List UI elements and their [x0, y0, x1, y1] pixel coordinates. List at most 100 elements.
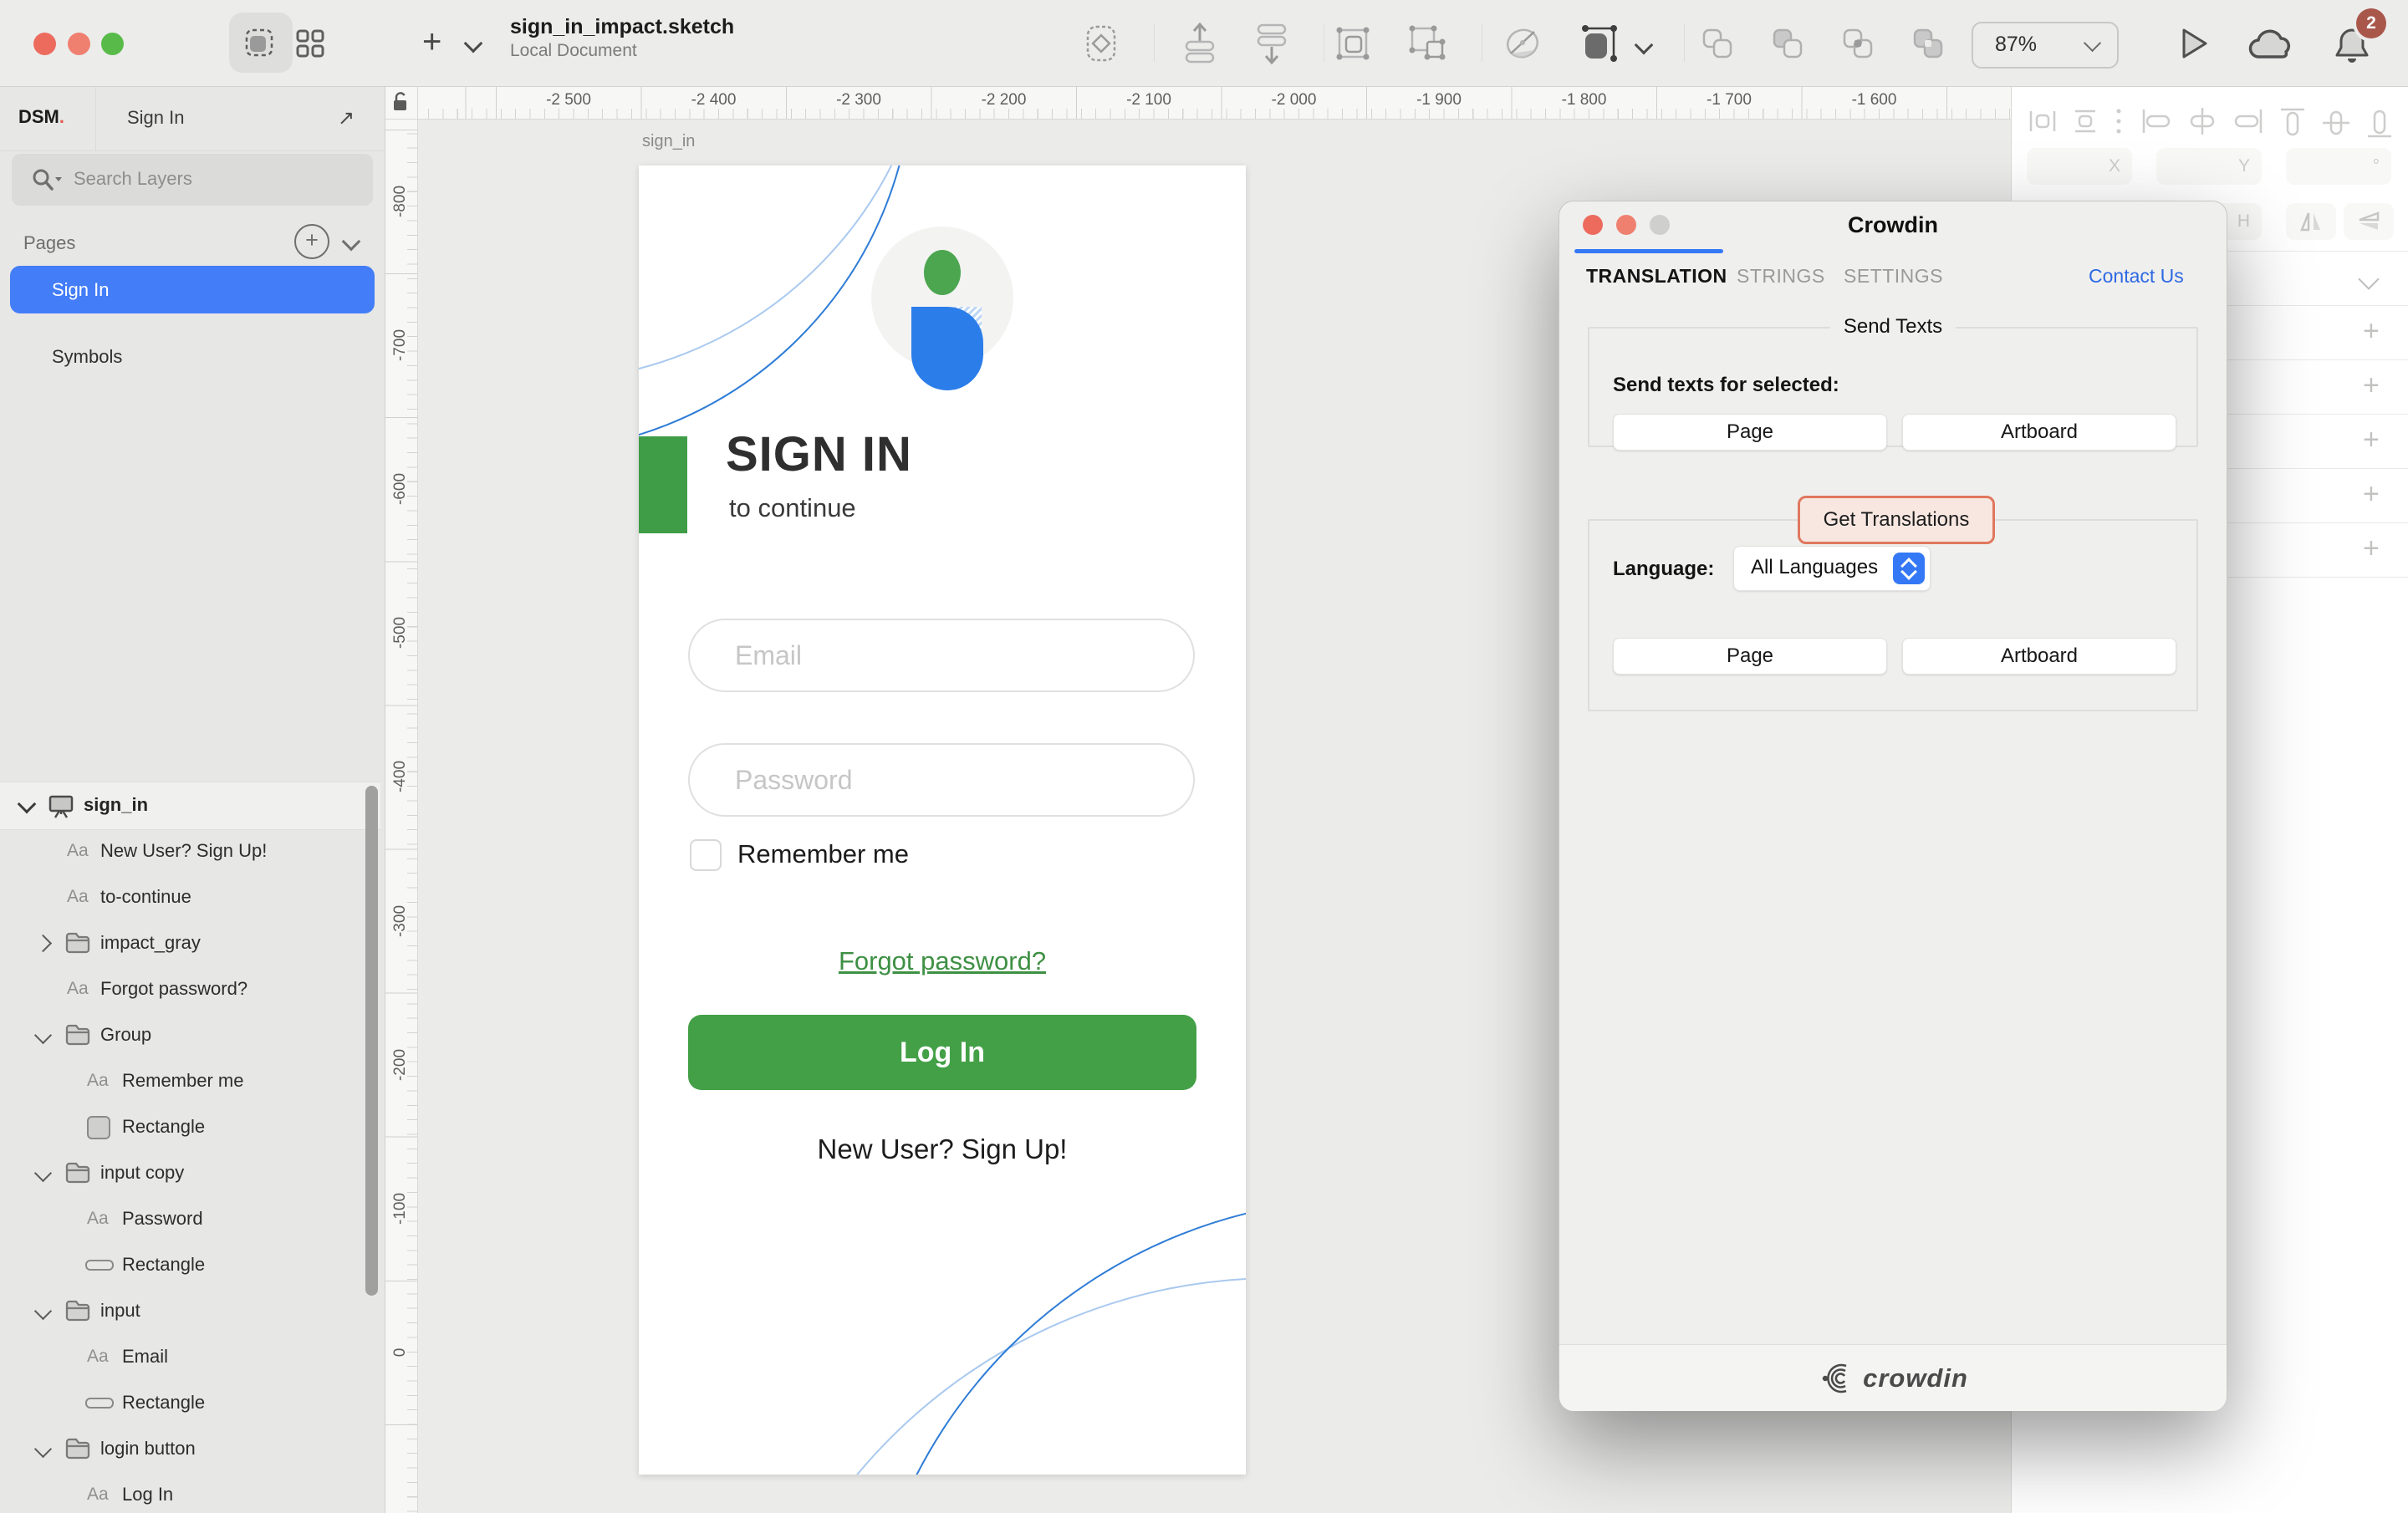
- zoom-window-button[interactable]: [101, 33, 124, 55]
- zoom-chevron-icon: [2084, 34, 2101, 52]
- search-input[interactable]: Search Layers: [12, 154, 373, 206]
- flip-vertical-button[interactable]: [2344, 203, 2394, 240]
- inspector-add-style-button[interactable]: +: [2363, 478, 2380, 511]
- forgot-password-link[interactable]: Forgot password?: [639, 946, 1246, 976]
- layer-row-group[interactable]: Group: [0, 1012, 380, 1058]
- layer-row-to-continue[interactable]: Aato-continue: [0, 874, 380, 920]
- inspector-section-chevron-icon[interactable]: [2358, 268, 2379, 289]
- inspector-add-style-button[interactable]: +: [2363, 369, 2380, 402]
- signup-text[interactable]: New User? Sign Up!: [639, 1133, 1246, 1165]
- horizontal-ruler[interactable]: -2 500-2 400-2 300-2 200-2 100-2 000-1 9…: [385, 86, 2011, 120]
- layer-row-log-in[interactable]: AaLog In: [0, 1472, 380, 1513]
- align-right-icon[interactable]: [2229, 104, 2266, 138]
- mask-icon[interactable]: [1502, 23, 1543, 64]
- scale-tool-icon[interactable]: [1577, 23, 1620, 64]
- rotation-input[interactable]: °: [2286, 148, 2391, 185]
- login-button[interactable]: Log In: [688, 1015, 1196, 1090]
- crowdin-plugin-dialog[interactable]: Crowdin TRANSLATION STRINGS SETTINGS Con…: [1559, 201, 2227, 1411]
- scale-tool-chevron-icon[interactable]: [1635, 36, 1654, 55]
- email-field[interactable]: Email: [688, 619, 1195, 692]
- insert-button[interactable]: +: [422, 23, 441, 61]
- inspector-add-style-button[interactable]: +: [2363, 315, 2380, 348]
- flip-horizontal-icon: [2298, 210, 2324, 233]
- align-top-icon[interactable]: [2276, 104, 2309, 141]
- inspector-add-style-button[interactable]: +: [2363, 424, 2380, 456]
- create-symbol-icon[interactable]: [1081, 23, 1121, 64]
- align-center-horizontal-icon[interactable]: [2184, 104, 2221, 138]
- get-page-button[interactable]: Page: [1613, 638, 1887, 675]
- ruler-lock-corner[interactable]: [385, 86, 418, 120]
- align-bottom-icon[interactable]: [2363, 104, 2396, 141]
- distribute-vertically-icon[interactable]: [2069, 104, 2102, 138]
- chevron-down-icon[interactable]: [34, 1440, 52, 1458]
- layer-row-forgot-password-[interactable]: AaForgot password?: [0, 966, 380, 1012]
- boolean-intersect-icon[interactable]: [1839, 25, 1876, 62]
- cloud-sync-icon[interactable]: [2247, 27, 2298, 62]
- layer-row-remember-me[interactable]: AaRemember me: [0, 1058, 380, 1104]
- tab-settings[interactable]: SETTINGS: [1844, 265, 1943, 288]
- distribute-horizontally-icon[interactable]: [2026, 104, 2059, 138]
- get-translations-button[interactable]: Get Translations: [1798, 496, 1995, 544]
- language-select[interactable]: All Languages: [1733, 546, 1931, 591]
- insert-chevron-icon[interactable]: [464, 34, 483, 53]
- boolean-union-icon[interactable]: [1699, 25, 1736, 62]
- layer-row-input-copy[interactable]: input copy: [0, 1150, 380, 1196]
- ruler-h-label: -1 800: [1562, 91, 1607, 110]
- page-label: Sign In: [52, 279, 110, 301]
- y-position-input[interactable]: Y: [2156, 148, 2262, 185]
- tab-strings[interactable]: STRINGS: [1737, 265, 1825, 288]
- layer-row-input[interactable]: input: [0, 1288, 380, 1334]
- preview-play-icon[interactable]: [2177, 25, 2211, 62]
- vertical-ruler[interactable]: -800-700-600-500-400-300-200-1000: [385, 119, 418, 1513]
- password-field[interactable]: Password: [688, 743, 1195, 817]
- group-icon[interactable]: [1333, 23, 1373, 64]
- layer-row-rectangle[interactable]: Rectangle: [0, 1242, 380, 1288]
- layer-artboard-header[interactable]: sign_in: [0, 782, 380, 830]
- logo-dot: [924, 250, 961, 295]
- tab-dsm[interactable]: DSM.: [18, 106, 64, 128]
- chevron-down-icon[interactable]: [34, 1302, 52, 1320]
- chevron-right-icon[interactable]: [34, 935, 52, 952]
- sidebar-tab-divider: [95, 86, 96, 150]
- send-artboard-button[interactable]: Artboard: [1902, 414, 2176, 451]
- send-backward-icon[interactable]: [1252, 22, 1292, 65]
- get-artboard-button[interactable]: Artboard: [1902, 638, 2176, 675]
- artboard[interactable]: SIGN IN to continue Email Password Remem…: [639, 166, 1246, 1475]
- boolean-difference-icon[interactable]: [1910, 25, 1946, 62]
- x-position-input[interactable]: X: [2027, 148, 2132, 185]
- bring-forward-icon[interactable]: [1180, 22, 1220, 65]
- layer-row-impact-gray[interactable]: impact_gray: [0, 920, 380, 966]
- grid-view-icon[interactable]: [294, 28, 329, 59]
- send-page-button[interactable]: Page: [1613, 414, 1887, 451]
- layer-row-password[interactable]: AaPassword: [0, 1196, 380, 1242]
- add-page-button[interactable]: +: [294, 224, 329, 259]
- ungroup-icon[interactable]: [1407, 23, 1447, 64]
- sidebar-scrollbar[interactable]: [365, 786, 378, 1296]
- flip-horizontal-button[interactable]: [2286, 203, 2336, 240]
- layer-row-login-button[interactable]: login button: [0, 1426, 380, 1472]
- layer-row-email[interactable]: AaEmail: [0, 1334, 380, 1380]
- chevron-down-icon[interactable]: [18, 795, 37, 814]
- tab-current-page[interactable]: Sign In: [127, 107, 185, 129]
- chevron-down-icon[interactable]: [34, 1026, 52, 1044]
- zoom-level-dropdown[interactable]: 87%: [1972, 22, 2119, 69]
- chevron-down-icon[interactable]: [34, 1164, 52, 1182]
- layer-row-rectangle[interactable]: Rectangle: [0, 1380, 380, 1426]
- remember-me-checkbox[interactable]: [690, 839, 722, 871]
- layer-row-rectangle[interactable]: Rectangle: [0, 1104, 380, 1150]
- contact-us-link[interactable]: Contact Us: [2089, 265, 2184, 288]
- inspector-add-style-button[interactable]: +: [2363, 532, 2380, 565]
- sidebar-page-symbols[interactable]: Symbols: [10, 333, 375, 380]
- layer-row-new-user-sign-up-[interactable]: AaNew User? Sign Up!: [0, 828, 380, 874]
- sidebar-page-sign-in[interactable]: Sign In: [10, 266, 375, 313]
- align-left-icon[interactable]: [2139, 104, 2176, 138]
- artboard-title-label[interactable]: sign_in: [642, 132, 695, 151]
- pages-collapse-chevron-icon[interactable]: [342, 232, 361, 252]
- close-button[interactable]: [33, 33, 56, 55]
- boolean-subtract-icon[interactable]: [1769, 25, 1806, 62]
- more-options-dots-icon[interactable]: [2112, 104, 2125, 138]
- open-page-arrow-icon[interactable]: ↗: [338, 106, 355, 130]
- tab-translation[interactable]: TRANSLATION: [1586, 265, 1727, 288]
- minimize-button[interactable]: [68, 33, 90, 55]
- align-middle-vertical-icon[interactable]: [2319, 104, 2353, 141]
